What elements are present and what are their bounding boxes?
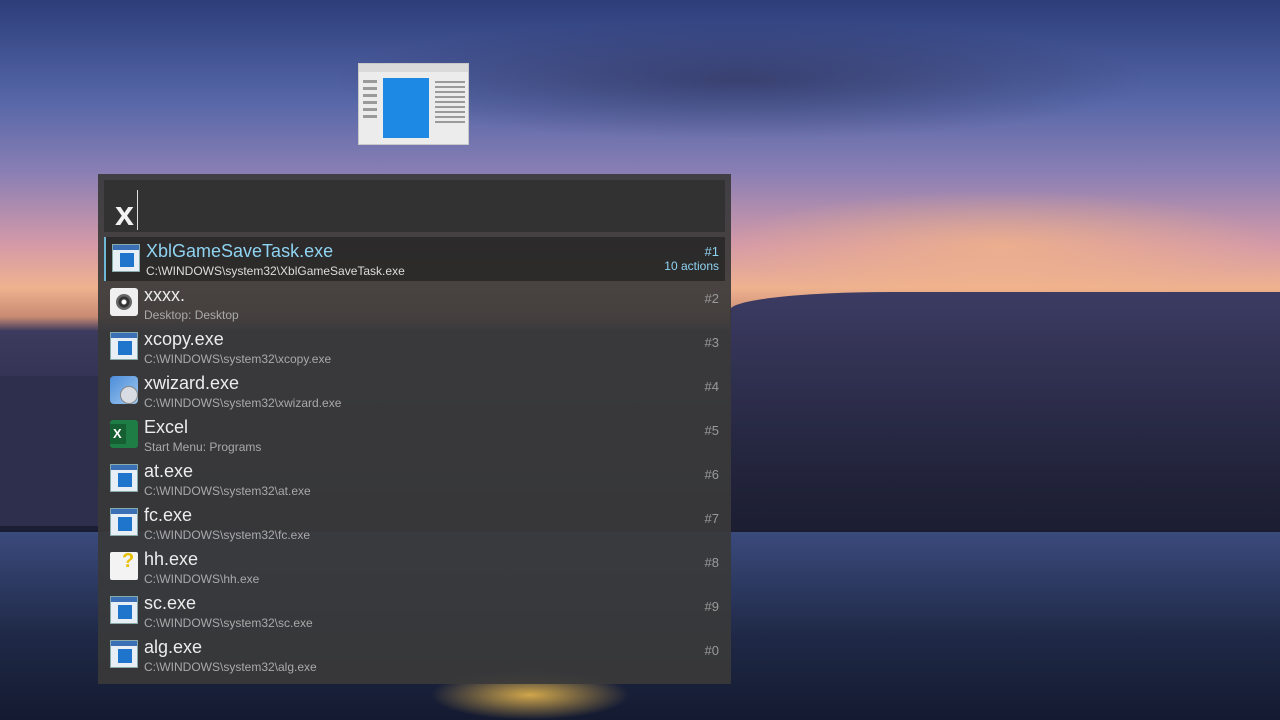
result-title: fc.exe [144,505,193,525]
result-path: C:\WINDOWS\system32\XblGameSaveTask.exe [146,264,405,278]
result-title: Excel [144,417,189,437]
result-index: #6 [704,467,719,482]
result-index: #5 [704,423,719,438]
result-title: hh.exe [144,549,199,569]
wallpaper-hills-left [0,376,100,526]
result-title: at.exe [144,461,194,481]
text-caret [137,190,138,230]
result-path: C:\WINDOWS\system32\fc.exe [144,528,311,542]
result-item[interactable]: xwizard.exe C:\WINDOWS\system32\xwizard.e… [104,369,725,413]
result-item[interactable]: sc.exe C:\WINDOWS\system32\sc.exe #9 [104,589,725,633]
result-item[interactable]: Excel Start Menu: Programs #5 [104,413,725,457]
result-path: C:\WINDOWS\system32\xcopy.exe [144,352,332,366]
result-index: #9 [704,599,719,614]
desktop-window-icon[interactable] [358,63,469,145]
exe-icon [110,508,138,536]
result-index: #2 [704,291,719,306]
wallpaper-hills [730,292,1280,542]
result-path: Start Menu: Programs [144,440,262,454]
result-item[interactable]: hh.exe C:\WINDOWS\hh.exe #8 [104,545,725,589]
search-query-text: x [115,195,134,233]
result-path: C:\WINDOWS\system32\sc.exe [144,616,313,630]
result-title: alg.exe [144,637,203,657]
result-title: XblGameSaveTask.exe [146,241,334,261]
result-path: C:\WINDOWS\system32\xwizard.exe [144,396,342,410]
result-item[interactable]: alg.exe C:\WINDOWS\system32\alg.exe #0 [104,633,725,677]
result-index: #0 [704,643,719,658]
result-title: sc.exe [144,593,197,613]
result-title: xcopy.exe [144,329,224,349]
exe-icon [110,332,138,360]
exe-icon [110,596,138,624]
result-index: #7 [704,511,719,526]
result-actions-count[interactable]: 10 actions [664,259,719,273]
result-index: #4 [704,379,719,394]
excel-icon [110,420,138,448]
result-index: #3 [704,335,719,350]
results-list: XblGameSaveTask.exe C:\WINDOWS\system32\X… [104,237,725,677]
exe-icon [110,640,138,668]
result-path: C:\WINDOWS\hh.exe [144,572,260,586]
launcher-window: x XblGameSaveTask.exe C:\WINDOWS\system32… [98,174,731,684]
result-title: xwizard.exe [144,373,240,393]
result-item[interactable]: fc.exe C:\WINDOWS\system32\fc.exe #7 [104,501,725,545]
exe-icon [112,244,140,272]
search-input[interactable]: x [104,180,725,233]
wizard-icon [110,376,138,404]
result-path: C:\WINDOWS\system32\alg.exe [144,660,317,674]
result-item[interactable]: xcopy.exe C:\WINDOWS\system32\xcopy.exe #3 [104,325,725,369]
result-item[interactable]: xxxx. Desktop: Desktop #2 [104,281,725,325]
disc-icon [110,288,138,316]
result-path: Desktop: Desktop [144,308,239,322]
result-item[interactable]: at.exe C:\WINDOWS\system32\at.exe #6 [104,457,725,501]
exe-icon [110,464,138,492]
result-index: #8 [704,555,719,570]
result-path: C:\WINDOWS\system32\at.exe [144,484,311,498]
wallpaper-sunset-glow [720,190,1280,300]
result-index: #1 [704,244,719,259]
help-icon [110,550,138,580]
result-title: xxxx. [144,285,186,305]
result-item[interactable]: XblGameSaveTask.exe C:\WINDOWS\system32\X… [104,237,725,281]
